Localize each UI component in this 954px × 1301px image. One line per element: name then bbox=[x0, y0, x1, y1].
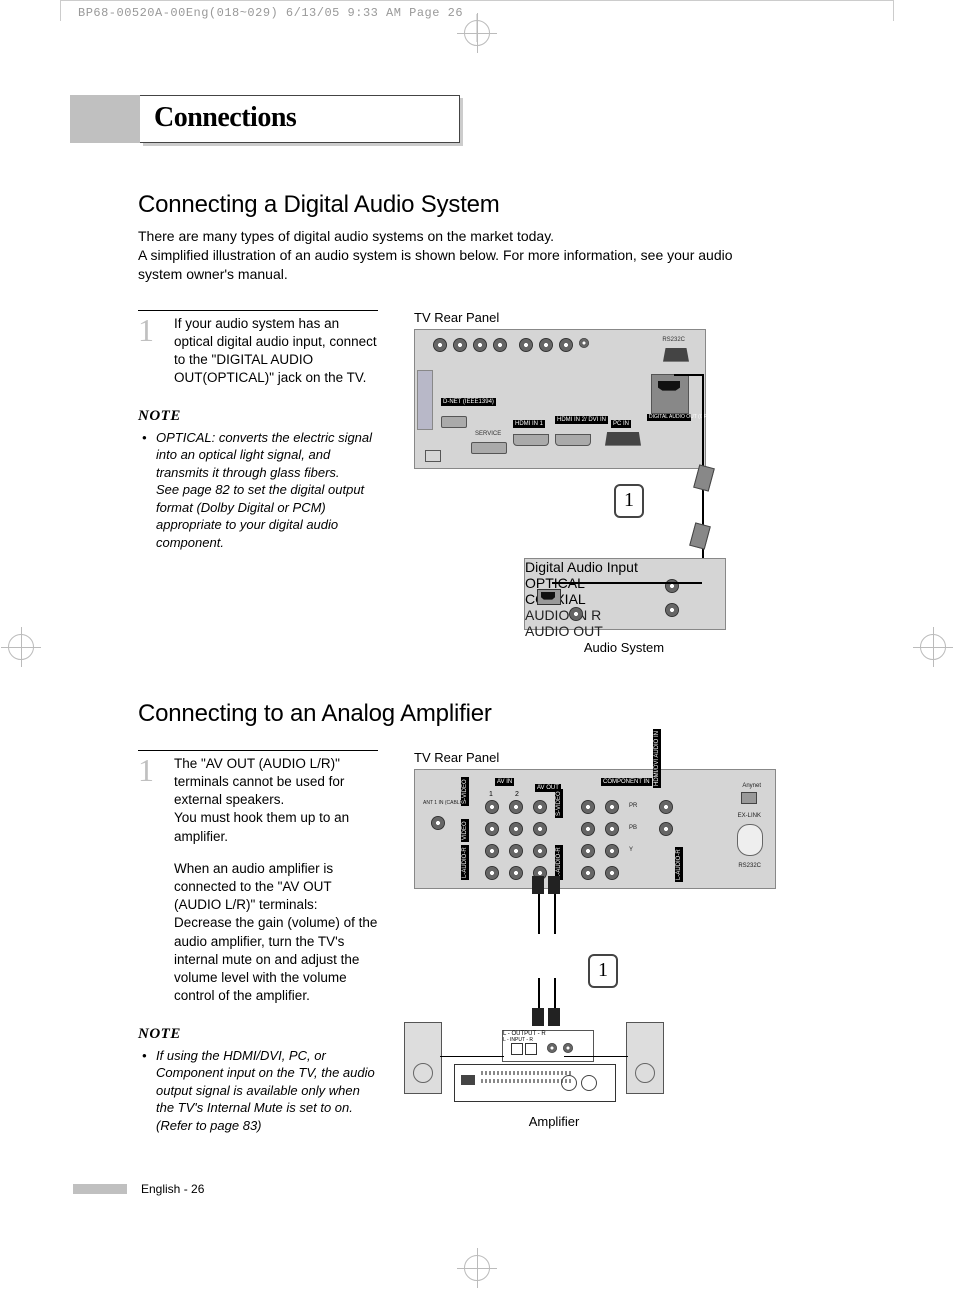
tv-rear-panel-label-2: TV Rear Panel bbox=[414, 750, 860, 765]
amplifier-diagram: L - OUTPUT - R L - INPUT - R bbox=[404, 1030, 664, 1100]
tv-rear-panel-label: TV Rear Panel bbox=[414, 310, 860, 325]
page-title: Connections bbox=[140, 95, 460, 143]
crop-mark-left bbox=[8, 634, 34, 660]
section2-title: Connecting to an Analog Amplifier bbox=[138, 700, 860, 728]
print-header: BP68-00520A-00Eng(018~029) 6/13/05 9:33 … bbox=[78, 6, 463, 20]
diagram-step-badge-2: 1 bbox=[588, 954, 618, 988]
crop-mark-top bbox=[464, 20, 490, 46]
note-heading: NOTE bbox=[138, 408, 378, 425]
tv-rear-panel-diagram-2: ANT 1 IN (CABLE) AV IN 1 2 AV OUT bbox=[414, 769, 776, 889]
section2-step: 1 The "AV OUT (AUDIO L/R)" terminals can… bbox=[138, 755, 378, 1006]
section1-note: OPTICAL: converts the electric signal in… bbox=[138, 429, 378, 552]
tv-rear-panel-diagram-1: RS232C DIGITAL AUDIO OUT (OPTICAL) D-NET… bbox=[414, 329, 706, 469]
section2-note: If using the HDMI/DVI, PC, or Component … bbox=[138, 1047, 378, 1135]
note-heading: NOTE bbox=[138, 1026, 378, 1043]
diagram-step-badge-1: 1 bbox=[614, 484, 644, 518]
page-footer: English - 26 bbox=[73, 1182, 204, 1196]
crop-mark-right bbox=[920, 634, 946, 660]
section1-title: Connecting a Digital Audio System bbox=[138, 191, 860, 219]
audio-system-label: Audio System bbox=[564, 640, 684, 655]
crop-mark-bottom bbox=[464, 1255, 490, 1281]
section1-intro: There are many types of digital audio sy… bbox=[138, 227, 778, 284]
section1-step: 1 If your audio system has an optical di… bbox=[138, 315, 378, 388]
page-title-box: Connections bbox=[70, 95, 460, 143]
step-number-icon: 1 bbox=[138, 749, 154, 792]
step-number-icon: 1 bbox=[138, 309, 154, 352]
audio-system-diagram: Digital Audio Input OPTICAL COAXIAL AUDI… bbox=[524, 558, 726, 630]
amplifier-label: Amplifier bbox=[504, 1114, 604, 1129]
